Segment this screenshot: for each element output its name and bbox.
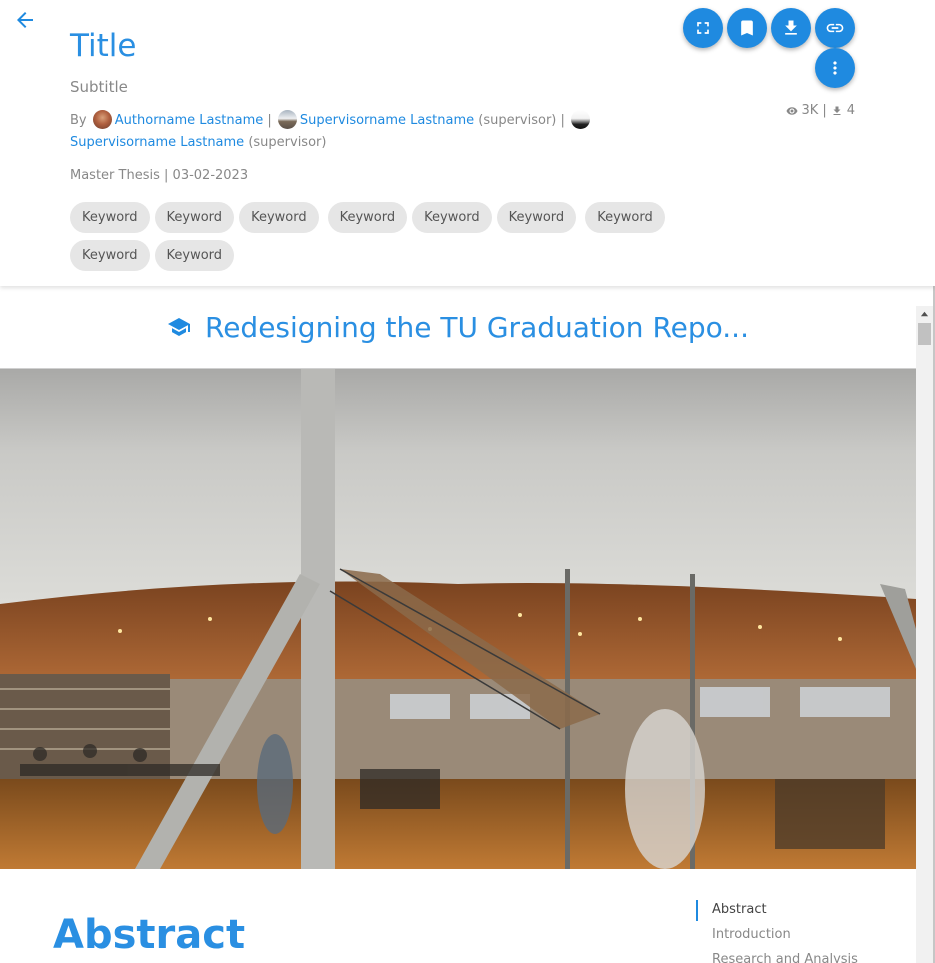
- copy-link-button[interactable]: [815, 8, 855, 48]
- download-count-icon: [833, 106, 841, 115]
- keyword-chip[interactable]: Keyword: [70, 240, 150, 271]
- toc-item-abstract[interactable]: Abstract: [712, 900, 858, 925]
- role-label: (supervisor): [248, 135, 327, 150]
- by-label: By: [70, 113, 87, 128]
- supervisor-link[interactable]: Supervisorname Lastname: [70, 135, 244, 150]
- separator: |: [560, 113, 565, 128]
- fullscreen-icon: [697, 22, 709, 34]
- abstract-heading: Abstract: [53, 912, 246, 958]
- separator: |: [822, 103, 827, 118]
- document-viewer[interactable]: Redesigning the TU Graduation Repo... Ab…: [0, 286, 916, 963]
- graduation-cap-icon: [168, 318, 190, 336]
- link-icon: [826, 23, 844, 33]
- bookmark-button[interactable]: [727, 8, 767, 48]
- view-count: 3K: [801, 103, 819, 118]
- bookmark-icon: [741, 20, 753, 36]
- keyword-chip[interactable]: Keyword: [70, 202, 150, 233]
- author-link[interactable]: Authorname Lastname: [115, 113, 263, 128]
- toc-item-research[interactable]: Research and Analysis: [712, 950, 858, 963]
- keyword-chip[interactable]: Keyword: [154, 240, 235, 271]
- download-count: 4: [846, 103, 855, 118]
- keyword-chip[interactable]: Keyword: [239, 202, 319, 233]
- toc-item-introduction[interactable]: Introduction: [712, 925, 858, 950]
- scrollbar-thumb[interactable]: [918, 323, 931, 345]
- document-header: Title Subtitle By Authorname Lastname | …: [0, 0, 935, 286]
- fullscreen-button[interactable]: [683, 8, 723, 48]
- eye-icon: [786, 106, 798, 115]
- document-title-bar: Redesigning the TU Graduation Repo...: [0, 286, 916, 369]
- document-scrollbar[interactable]: [916, 306, 933, 963]
- library-interior-photo: [0, 369, 916, 869]
- avatar: [277, 110, 297, 129]
- more-options-button[interactable]: [815, 48, 855, 88]
- supervisor-link[interactable]: Supervisorname Lastname: [300, 113, 474, 128]
- keyword-chips: Keyword Keyword Keyword Keyword Keyword …: [70, 202, 670, 271]
- table-of-contents: Abstract Introduction Research and Analy…: [696, 900, 916, 963]
- document-date: 03-02-2023: [172, 168, 249, 183]
- keyword-chip[interactable]: Keyword: [154, 202, 235, 233]
- keyword-chip[interactable]: Keyword: [327, 202, 408, 233]
- page-title: Title: [70, 28, 137, 64]
- hero-image: [0, 369, 916, 869]
- role-label: (supervisor): [478, 113, 557, 128]
- keyword-chip[interactable]: Keyword: [496, 202, 577, 233]
- download-button[interactable]: [771, 8, 811, 48]
- document-type: Master Thesis: [70, 168, 160, 183]
- page-subtitle: Subtitle: [70, 78, 128, 96]
- scroll-up-icon[interactable]: [920, 310, 929, 319]
- author-list: By Authorname Lastname | Supervisorname …: [70, 110, 670, 154]
- keyword-chip[interactable]: Keyword: [412, 202, 492, 233]
- separator: |: [164, 168, 169, 183]
- avatar: [92, 110, 112, 129]
- document-meta: Master Thesis | 03-02-2023: [70, 168, 248, 183]
- avatar: [571, 110, 591, 129]
- keyword-chip[interactable]: Keyword: [585, 202, 665, 233]
- back-arrow-icon[interactable]: [13, 8, 37, 32]
- document-stats: 3K | 4: [786, 103, 855, 118]
- more-vertical-icon: [833, 61, 837, 75]
- document-title: Redesigning the TU Graduation Repo...: [205, 310, 749, 344]
- download-icon: [785, 20, 797, 35]
- separator: |: [267, 113, 272, 128]
